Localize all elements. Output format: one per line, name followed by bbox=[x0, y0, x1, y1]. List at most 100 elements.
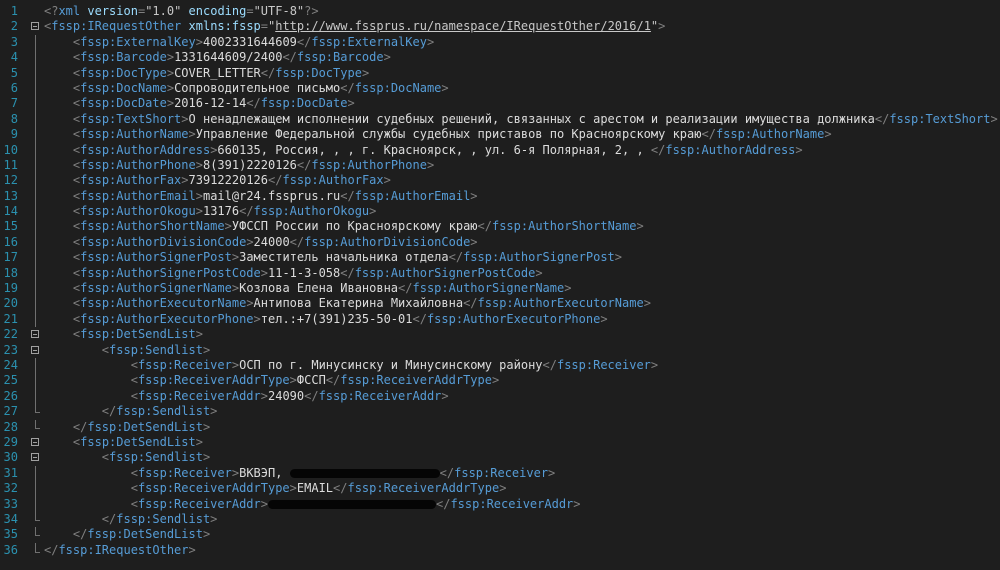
code-text: <fssp:DetSendList> bbox=[72, 327, 203, 342]
code-line[interactable]: 36 </fssp:IRequestOther> bbox=[0, 542, 1000, 558]
code-text: <fssp:AuthorSignerName>Козлова Елена Ива… bbox=[72, 281, 572, 296]
line-number: 30 bbox=[3, 450, 18, 465]
code-text: <fssp:DocType>COVER_LETTER</fssp:DocType… bbox=[72, 65, 370, 80]
line-number: 14 bbox=[3, 204, 18, 219]
code-text: <fssp:ReceiverAddr> </fssp:ReceiverAddr> bbox=[130, 496, 581, 511]
redaction-mark bbox=[289, 468, 440, 478]
line-number: 23 bbox=[3, 342, 18, 357]
code-line[interactable]: 29 <fssp:DetSendList> bbox=[0, 435, 1000, 450]
code-text: <fssp:ReceiverAddrType>EMAIL</fssp:Recei… bbox=[130, 481, 507, 496]
code-line[interactable]: 28 </fssp:DetSendList> bbox=[0, 419, 1000, 435]
fold-guide-line bbox=[31, 481, 41, 497]
code-line[interactable]: 17 <fssp:AuthorSignerPost>Заместитель на… bbox=[0, 250, 1000, 267]
code-line[interactable]: 11 <fssp:AuthorPhone>8(391)2220126</fssp… bbox=[0, 157, 1000, 174]
code-line[interactable]: 25 <fssp:ReceiverAddrType>ФССП</fssp:Rec… bbox=[0, 373, 1000, 390]
code-text: <fssp:IRequestOther xmlns:fssp="http://w… bbox=[44, 19, 666, 34]
code-line[interactable]: 19 <fssp:AuthorSignerName>Козлова Елена … bbox=[0, 281, 1000, 297]
code-line[interactable]: 33 <fssp:ReceiverAddr> </fssp:ReceiverAdd… bbox=[0, 496, 1000, 513]
fold-guide-line bbox=[31, 542, 41, 558]
redaction-mark bbox=[268, 499, 436, 509]
collapse-toggle-icon[interactable] bbox=[31, 19, 41, 34]
code-line[interactable]: 24 <fssp:Receiver>ОСП по г. Минусинску и… bbox=[0, 357, 1000, 374]
line-number: 5 bbox=[10, 65, 18, 80]
code-text: <fssp:AuthorSignerPostCode>11-1-3-058</f… bbox=[72, 265, 543, 280]
line-number: 11 bbox=[3, 157, 18, 172]
code-line[interactable]: 7 <fssp:DocDate>2016-12-14</fssp:DocDate… bbox=[0, 96, 1000, 113]
code-text: <fssp:TextShort>О ненадлежащем исполнени… bbox=[72, 111, 998, 126]
code-text: <fssp:Receiver>ВКВЭП, </fssp:Receiver> bbox=[130, 465, 556, 480]
line-number: 6 bbox=[10, 80, 18, 95]
code-text: </fssp:IRequestOther> bbox=[44, 542, 196, 557]
code-line[interactable]: 22 <fssp:DetSendList> bbox=[0, 327, 1000, 342]
line-number: 21 bbox=[3, 311, 18, 326]
collapse-toggle-icon[interactable] bbox=[31, 327, 41, 342]
code-line[interactable]: 18 <fssp:AuthorSignerPostCode>11-1-3-058… bbox=[0, 265, 1000, 282]
code-text: <fssp:AuthorPhone>8(391)2220126</fssp:Au… bbox=[72, 157, 435, 172]
code-line[interactable]: 23 <fssp:Sendlist> bbox=[0, 343, 1000, 358]
code-line[interactable]: 31 <fssp:Receiver>ВКВЭП, </fssp:Receiver… bbox=[0, 465, 1000, 482]
line-number: 4 bbox=[10, 50, 18, 65]
code-text: </fssp:Sendlist> bbox=[101, 511, 218, 526]
code-line[interactable]: 3 <fssp:ExternalKey>4002331644609</fssp:… bbox=[0, 34, 1000, 51]
fold-guide-line bbox=[31, 373, 41, 390]
line-number: 31 bbox=[3, 465, 18, 480]
collapse-toggle-icon[interactable] bbox=[31, 343, 41, 358]
code-text: <fssp:AuthorExecutorName>Антипова Екатер… bbox=[72, 296, 651, 311]
code-text: <?xml version="1.0" encoding="UTF-8"?> bbox=[44, 4, 319, 18]
line-number: 28 bbox=[3, 419, 18, 434]
line-number: 13 bbox=[3, 188, 18, 203]
fold-guide-line bbox=[31, 50, 41, 66]
code-line[interactable]: 13 <fssp:AuthorEmail>mail@r24.fssprus.ru… bbox=[0, 188, 1000, 205]
code-text: <fssp:DetSendList> bbox=[72, 434, 203, 449]
code-line[interactable]: 14 <fssp:AuthorOkogu>13176</fssp:AuthorO… bbox=[0, 204, 1000, 220]
fold-guide-line bbox=[31, 311, 41, 328]
code-editor[interactable]: 1 <?xml version="1.0" encoding="UTF-8"?> 2… bbox=[0, 0, 1000, 570]
code-line[interactable]: 2 <fssp:IRequestOther xmlns:fssp="http://… bbox=[0, 19, 1000, 34]
fold-guide-line bbox=[31, 527, 41, 542]
fold-guide-line bbox=[31, 250, 41, 267]
code-line[interactable]: 15 <fssp:AuthorShortName>УФССП России по… bbox=[0, 219, 1000, 236]
code-line[interactable]: 26 <fssp:ReceiverAddr>24090</fssp:Receiv… bbox=[0, 388, 1000, 405]
collapse-toggle-icon[interactable] bbox=[31, 450, 41, 465]
code-line[interactable]: 5 <fssp:DocType>COVER_LETTER</fssp:DocTy… bbox=[0, 65, 1000, 82]
code-line[interactable]: 20 <fssp:AuthorExecutorName>Антипова Ека… bbox=[0, 296, 1000, 313]
code-line[interactable]: 16 <fssp:AuthorDivisionCode>24000</fssp:… bbox=[0, 234, 1000, 251]
line-number: 15 bbox=[3, 219, 18, 234]
code-text: <fssp:AuthorDivisionCode>24000</fssp:Aut… bbox=[72, 234, 478, 249]
code-line[interactable]: 27 </fssp:Sendlist> bbox=[0, 404, 1000, 419]
line-number: 9 bbox=[10, 127, 18, 142]
code-line[interactable]: 21 <fssp:AuthorExecutorPhone>тел.:+7(391… bbox=[0, 311, 1000, 328]
code-line[interactable]: 1 <?xml version="1.0" encoding="UTF-8"?> bbox=[0, 4, 1000, 19]
code-line[interactable]: 6 <fssp:DocName>Сопроводительное письмо<… bbox=[0, 80, 1000, 97]
line-number: 10 bbox=[3, 142, 18, 157]
code-line[interactable]: 35 </fssp:DetSendList> bbox=[0, 527, 1000, 542]
code-line[interactable]: 9 <fssp:AuthorName>Управление Федерально… bbox=[0, 127, 1000, 143]
line-number: 19 bbox=[3, 281, 18, 296]
fold-guide-line bbox=[31, 465, 41, 482]
line-number: 27 bbox=[3, 404, 18, 419]
code-line[interactable]: 34 </fssp:Sendlist> bbox=[0, 511, 1000, 527]
fold-guide-line bbox=[31, 357, 41, 374]
fold-guide-line bbox=[31, 142, 41, 159]
fold-guide-line bbox=[31, 265, 41, 282]
line-number: 36 bbox=[3, 542, 18, 557]
code-line[interactable]: 8 <fssp:TextShort>О ненадлежащем исполне… bbox=[0, 111, 1000, 128]
line-number: 2 bbox=[10, 19, 18, 34]
code-text: </fssp:DetSendList> bbox=[72, 419, 211, 434]
line-number: 26 bbox=[3, 388, 18, 403]
fold-guide-line bbox=[31, 111, 41, 128]
fold-guide-line bbox=[31, 281, 41, 297]
fold-guide-line bbox=[31, 34, 41, 51]
code-text: <fssp:DocDate>2016-12-14</fssp:DocDate> bbox=[72, 96, 355, 111]
code-line[interactable]: 12 <fssp:AuthorFax>73912220126</fssp:Aut… bbox=[0, 173, 1000, 190]
code-text: <fssp:AuthorEmail>mail@r24.fssprus.ru</f… bbox=[72, 188, 478, 203]
code-text: <fssp:ReceiverAddrType>ФССП</fssp:Receiv… bbox=[130, 373, 500, 388]
code-text: <fssp:Barcode>1331644609/2400</fssp:Barc… bbox=[72, 50, 391, 65]
line-number: 33 bbox=[3, 496, 18, 511]
fold-guide-line bbox=[31, 96, 41, 113]
code-line[interactable]: 4 <fssp:Barcode>1331644609/2400</fssp:Ba… bbox=[0, 50, 1000, 66]
code-line[interactable]: 30 <fssp:Sendlist> bbox=[0, 450, 1000, 465]
collapse-toggle-icon[interactable] bbox=[31, 435, 41, 450]
code-line[interactable]: 32 <fssp:ReceiverAddrType>EMAIL</fssp:Re… bbox=[0, 481, 1000, 497]
code-line[interactable]: 10 <fssp:AuthorAddress>660135, Россия, ,… bbox=[0, 142, 1000, 159]
